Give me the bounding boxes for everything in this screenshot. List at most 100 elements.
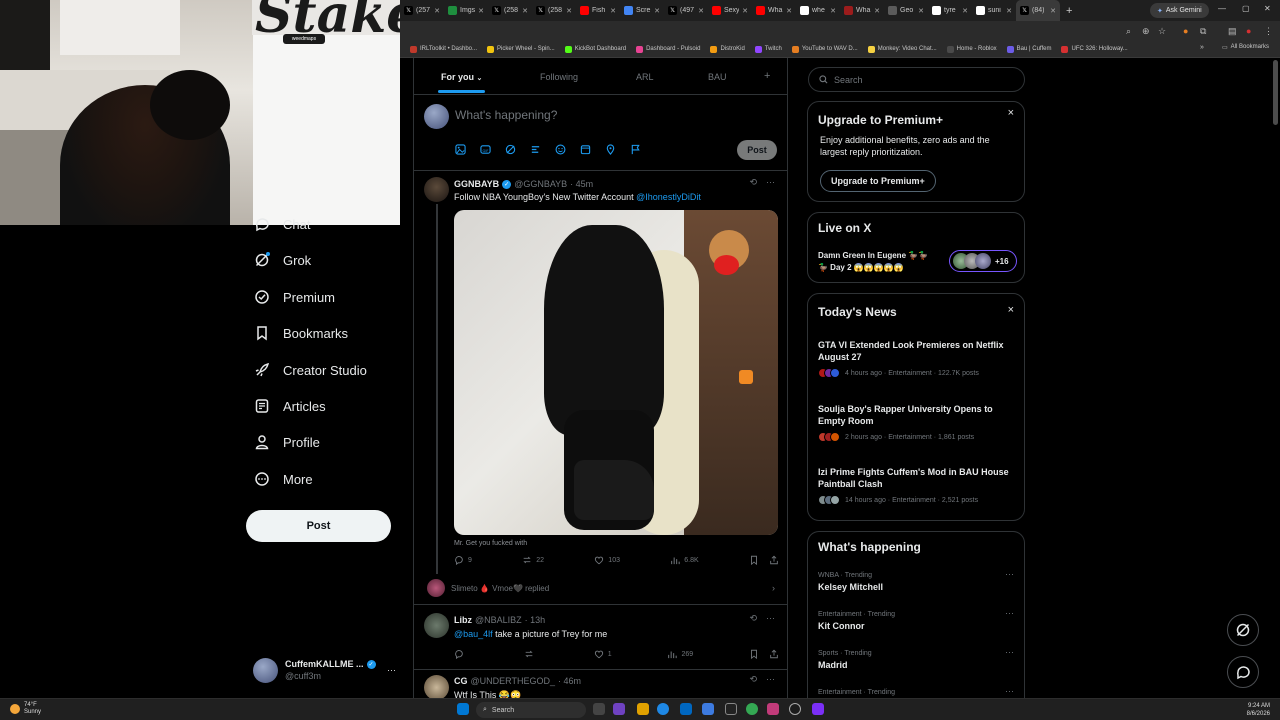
browser-tab[interactable]: 𝕏 (497 ✕ — [664, 0, 708, 21]
grok-icon[interactable] — [505, 144, 516, 155]
tab-close-icon[interactable]: ✕ — [874, 7, 880, 15]
minimize-icon[interactable]: — — [1218, 4, 1226, 13]
tab-close-icon[interactable]: ✕ — [742, 7, 748, 15]
tab-close-icon[interactable]: ✕ — [610, 7, 616, 15]
tweet[interactable]: CG @UNDERTHEGOD_ · 46m ⟲ ··· Wtf Is This… — [414, 670, 787, 700]
tweet-author-handle[interactable]: @UNDERTHEGOD_ — [471, 676, 555, 686]
tweet-more-icon[interactable]: ··· — [766, 177, 775, 187]
composer-input[interactable]: What's happening? — [455, 108, 557, 122]
translate-icon[interactable]: ⊕ — [1142, 26, 1152, 36]
account-switcher[interactable]: CuffemKALLME ... ✓ @cuff3m ··· — [253, 655, 403, 685]
trend-item[interactable]: Madrid — [818, 660, 848, 670]
tweet-media-image[interactable] — [454, 210, 778, 535]
sidebar-item-premium[interactable]: Premium — [254, 289, 335, 305]
trend-more-icon[interactable]: ··· — [1005, 686, 1014, 696]
tab-close-icon[interactable]: ✕ — [698, 7, 704, 15]
tweet[interactable]: Libz @NBALIBZ · 13h ⟲ ··· @bau_4lf take … — [414, 605, 787, 669]
close-icon[interactable]: × — [1008, 107, 1014, 119]
views-button[interactable]: 6.8K — [670, 555, 699, 565]
upgrade-premium-button[interactable]: Upgrade to Premium+ — [820, 170, 936, 192]
tweet-time[interactable]: · 45m — [570, 179, 593, 189]
file-explorer-icon[interactable] — [637, 703, 649, 715]
reply-button[interactable]: 9 — [454, 555, 472, 565]
new-tab-button[interactable]: + — [1060, 5, 1078, 17]
tweet-author-handle[interactable]: @NBALIBZ — [475, 615, 522, 625]
tab-close-icon[interactable]: ✕ — [830, 7, 836, 15]
maximize-icon[interactable]: ▢ — [1242, 4, 1250, 13]
close-icon[interactable]: × — [1008, 304, 1014, 316]
edge-icon[interactable] — [657, 703, 669, 715]
page-scrollbar[interactable] — [1273, 60, 1278, 125]
app-icon[interactable] — [812, 703, 824, 715]
schedule-icon[interactable] — [580, 144, 591, 155]
bookmark-item[interactable]: Bau | Cuffem — [1006, 45, 1051, 53]
browser-tab[interactable]: whe ✕ — [796, 0, 840, 21]
poll-icon[interactable] — [530, 144, 541, 155]
tweet-time[interactable]: · 13h — [525, 615, 546, 625]
media-player-icon[interactable] — [789, 703, 801, 715]
bookmark-item[interactable]: UFC 326: Holloway... — [1061, 45, 1128, 53]
account-more-icon[interactable]: ··· — [387, 665, 396, 675]
browser-tab[interactable]: 𝕏 (258 ✕ — [488, 0, 532, 21]
browser-tab[interactable]: 𝕏 (258 ✕ — [532, 0, 576, 21]
tweet-more-icon[interactable]: ··· — [766, 674, 775, 684]
bookmark-item[interactable]: Home - Roblox — [946, 45, 997, 53]
copilot-icon[interactable] — [613, 703, 625, 715]
tab-following[interactable]: Following — [540, 72, 578, 82]
bookmark-item[interactable]: KickBot Dashboard — [564, 45, 626, 53]
browser-tab[interactable]: 𝕏 (84) ✕ — [1016, 0, 1060, 21]
tab-for-you[interactable]: For you ⌄ — [441, 72, 482, 82]
bookmark-item[interactable]: DistroKid — [710, 45, 745, 53]
app-icon[interactable] — [702, 703, 714, 715]
search-input[interactable]: Search — [808, 67, 1025, 92]
sidebar-item-more[interactable]: More — [254, 471, 313, 487]
weather-widget[interactable]: 74°F Sunny — [10, 702, 41, 716]
windows-start-icon[interactable] — [457, 703, 469, 715]
news-headline[interactable]: Izi Prime Fights Cuffem's Mod in BAU Hou… — [818, 466, 1018, 490]
live-stream-title[interactable]: Damn Green In Eugene 🦆🦆🦆 Day 2 😱😱😱😱😱 — [818, 250, 938, 274]
bookmark-item[interactable]: Picker Wheel - Spin... — [487, 45, 555, 53]
tab-close-icon[interactable]: ✕ — [786, 7, 792, 15]
bookmark-item[interactable]: Monkey: Video Chat... — [867, 45, 937, 53]
grok-analyze-icon[interactable]: ⟲ — [749, 177, 757, 188]
live-host-avatars[interactable]: +16 — [949, 250, 1017, 272]
browser-tab[interactable]: tyre ✕ — [928, 0, 972, 21]
ask-gemini-button[interactable]: ✦ Ask Gemini — [1150, 3, 1209, 18]
sidebar-item-profile[interactable]: Profile — [254, 434, 320, 450]
app-icon[interactable] — [725, 703, 737, 715]
tweet-mention-link[interactable]: @bau_4lf — [454, 629, 493, 639]
image-icon[interactable] — [455, 144, 466, 155]
tab-bau[interactable]: BAU — [708, 72, 727, 82]
bookmark-icon[interactable] — [749, 649, 759, 659]
browser-tab[interactable]: Wha ✕ — [840, 0, 884, 21]
browser-tab[interactable]: Sexy ✕ — [708, 0, 752, 21]
trend-item[interactable]: Kelsey Mitchell — [818, 582, 883, 592]
replied-by-text[interactable]: Slimeto 🩸 Vmoe🖤 replied — [451, 584, 549, 593]
post-button[interactable]: Post — [246, 510, 391, 542]
tweet-avatar[interactable] — [424, 177, 449, 202]
tweet-time[interactable]: · 46m — [558, 676, 581, 686]
browser-tab[interactable]: Wha ✕ — [752, 0, 796, 21]
profile-avatar-icon[interactable]: ● — [1246, 26, 1256, 36]
bookmark-item[interactable]: Twitch — [754, 45, 782, 53]
extensions-puzzle-icon[interactable]: ⧉ — [1200, 26, 1210, 36]
tab-close-icon[interactable]: ✕ — [522, 7, 528, 15]
tab-close-icon[interactable]: ✕ — [566, 7, 572, 15]
chrome-icon[interactable] — [746, 703, 758, 715]
like-button[interactable]: 1 — [594, 649, 612, 659]
tab-arl[interactable]: ARL — [636, 72, 654, 82]
news-headline[interactable]: GTA VI Extended Look Premieres on Netfli… — [818, 339, 1018, 363]
browser-tab[interactable]: 𝕏 (257 ✕ — [400, 0, 444, 21]
share-icon[interactable] — [769, 649, 779, 659]
repost-button[interactable] — [524, 649, 538, 659]
browser-tab[interactable]: suni ✕ — [972, 0, 1016, 21]
bookmark-item[interactable]: IRLToolkit • Dashbo... — [410, 45, 477, 53]
obs-icon[interactable] — [767, 703, 779, 715]
sidebar-item-grok[interactable]: Grok — [254, 252, 311, 268]
chrome-menu-icon[interactable]: ⋮ — [1264, 26, 1274, 36]
trend-more-icon[interactable]: ··· — [1005, 608, 1014, 618]
bookmark-icon[interactable] — [749, 555, 759, 565]
trend-item[interactable]: Kit Connor — [818, 621, 865, 631]
tweet-author-name[interactable]: GGNBAYB — [454, 179, 499, 189]
views-button[interactable]: 269 — [667, 649, 693, 659]
